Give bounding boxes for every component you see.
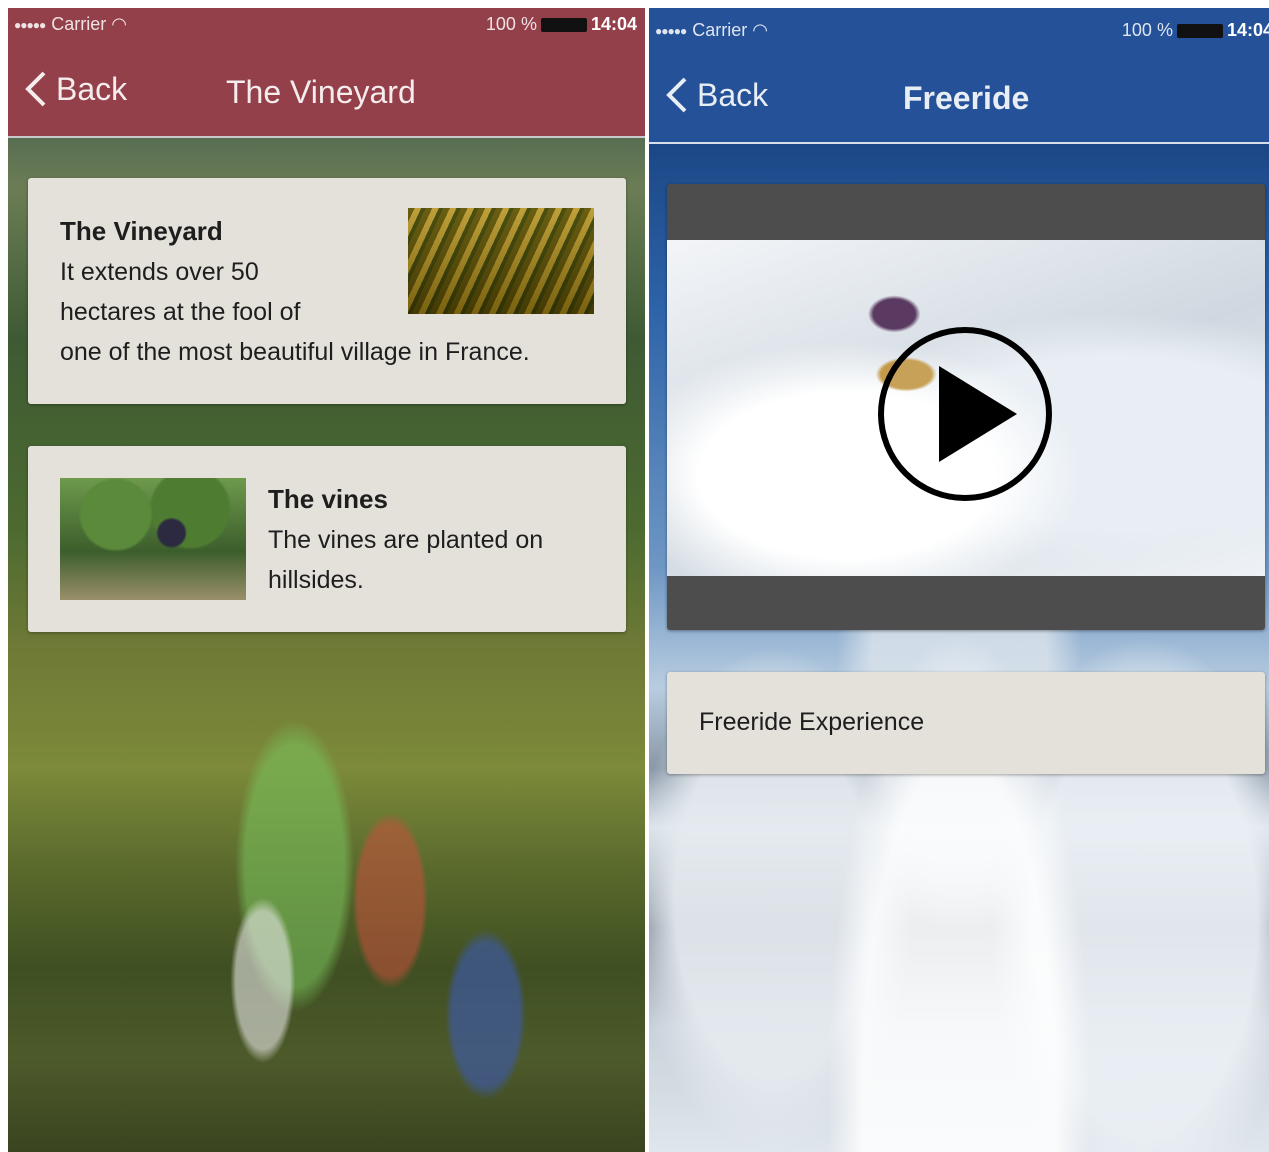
chevron-left-icon (25, 71, 46, 107)
play-icon[interactable] (877, 326, 1053, 502)
back-label: Back (697, 76, 769, 113)
card-label: Freeride Experience (699, 708, 925, 736)
back-button[interactable]: Back (663, 76, 768, 114)
clock: 14:04 (1226, 20, 1269, 40)
card-text-line: hillsides. (268, 566, 364, 594)
video-player[interactable] (667, 184, 1265, 630)
back-button[interactable]: Back (22, 70, 127, 108)
page-title: Freeride (903, 80, 1030, 116)
battery-percent: 100 % (1121, 20, 1173, 40)
card-title: The Vineyard (60, 216, 223, 246)
nav-bar: ●●●●● Carrier ◠ 100 % 14:04 Back Freeride (649, 8, 1269, 144)
status-bar: ●●●●● Carrier ◠ 100 % 14:04 (8, 8, 645, 40)
freeride-screen: ●●●●● Carrier ◠ 100 % 14:04 Back Freeride … (649, 8, 1269, 1152)
back-label: Back (56, 70, 128, 107)
vines-thumbnail (60, 478, 246, 600)
status-bar: ●●●●● Carrier ◠ 100 % 14:04 (649, 14, 1269, 46)
vineyard-card[interactable]: The Vineyard It extends over 50 hectares… (28, 178, 626, 404)
freeride-card[interactable]: Freeride Experience (667, 672, 1265, 774)
signal-icon: ●●●●● (655, 24, 687, 39)
wifi-icon: ◠ (111, 14, 127, 34)
card-text-line: The vines are planted on (268, 526, 544, 554)
battery-percent: 100 % (485, 14, 537, 34)
card-text-line: It extends over 50 (60, 258, 259, 286)
card-text-line: hectares at the fool of (60, 298, 301, 326)
chevron-left-icon (666, 77, 687, 113)
carrier-label: Carrier (51, 14, 107, 34)
carrier-label: Carrier (692, 20, 748, 40)
battery-icon (1176, 24, 1223, 39)
page-title: The Vineyard (226, 74, 416, 110)
clock: 14:04 (590, 14, 637, 34)
vineyard-screen: ●●●●● Carrier ◠ 100 % 14:04 Back The Viney… (8, 8, 645, 1152)
signal-icon: ●●●●● (14, 18, 46, 33)
card-title: The vines (268, 484, 388, 514)
vines-card[interactable]: The vines The vines are planted on hills… (28, 446, 626, 632)
nav-bar: ●●●●● Carrier ◠ 100 % 14:04 Back The Viney… (8, 8, 645, 138)
card-text-line: one of the most beautiful village in Fra… (60, 338, 530, 366)
wifi-icon: ◠ (752, 20, 768, 40)
vineyard-thumbnail (408, 208, 594, 314)
battery-icon (540, 18, 587, 33)
